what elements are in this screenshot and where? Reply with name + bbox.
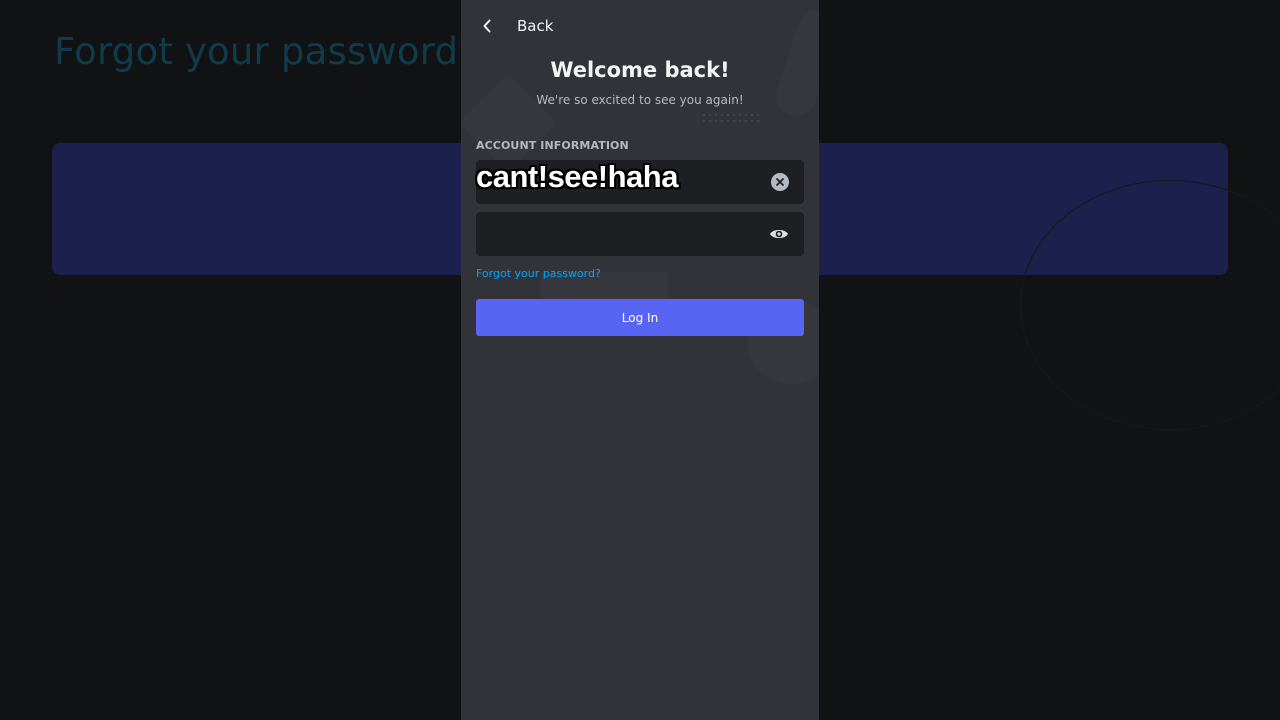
page-title: Welcome back! — [550, 58, 730, 82]
account-information-label: ACCOUNT INFORMATION — [476, 139, 629, 152]
login-button[interactable]: Log In — [476, 299, 804, 336]
login-panel: Back Welcome back! We're so excited to s… — [461, 0, 819, 720]
username-field[interactable]: cant!see!haha — [476, 160, 804, 204]
decoration-dots — [701, 112, 761, 126]
chevron-left-icon — [477, 14, 497, 38]
eye-icon[interactable] — [768, 224, 790, 244]
clear-circle-icon[interactable] — [771, 173, 789, 191]
decoration-diamond — [461, 73, 558, 173]
page-subtitle: We're so excited to see you again! — [536, 93, 744, 107]
background-forgot-title: Forgot your password? — [54, 30, 479, 73]
password-field[interactable] — [476, 212, 804, 256]
forgot-password-link[interactable]: Forgot your password? — [476, 267, 601, 280]
back-label: Back — [517, 17, 554, 35]
back-button[interactable]: Back — [477, 14, 553, 38]
username-value: cant!see!haha — [476, 159, 678, 194]
